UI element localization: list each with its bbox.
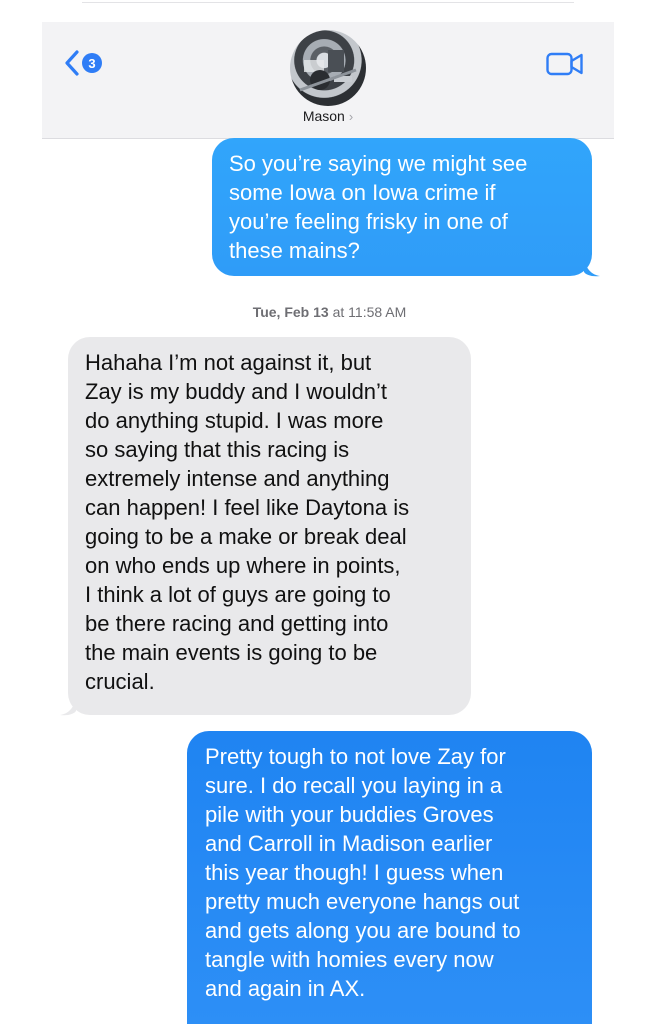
unread-count-badge: 3 — [82, 53, 102, 73]
timestamp-at: at — [332, 304, 345, 320]
conversation-header: 3 Mason › — [42, 22, 614, 139]
contact-name-text: Mason — [302, 108, 345, 124]
message-bubble-sent[interactable]: Pretty tough to not love Zay for sure. I… — [187, 731, 592, 1024]
contact-photo — [299, 50, 357, 92]
bubble-tail — [584, 259, 600, 277]
chevron-left-icon — [65, 50, 79, 76]
timestamp-time: 11:58 AM — [348, 304, 407, 320]
avatar[interactable] — [290, 30, 366, 106]
video-camera-icon — [546, 52, 583, 76]
message-bubble-sent[interactable]: So you’re saying we might see some Iowa … — [212, 138, 592, 276]
message-timestamp: Tue, Feb 13 at 11:58 AM — [0, 304, 659, 320]
bubble-tail — [60, 698, 76, 716]
top-edge — [42, 0, 614, 22]
back-button[interactable]: 3 — [64, 50, 102, 76]
chevron-right-icon: › — [348, 109, 354, 124]
contact-name[interactable]: Mason › — [42, 108, 614, 124]
timestamp-date: Tue, Feb 13 — [252, 304, 329, 320]
message-bubble-received[interactable]: Hahaha I’m not against it, but Zay is my… — [68, 337, 471, 715]
video-call-button[interactable] — [546, 52, 584, 81]
